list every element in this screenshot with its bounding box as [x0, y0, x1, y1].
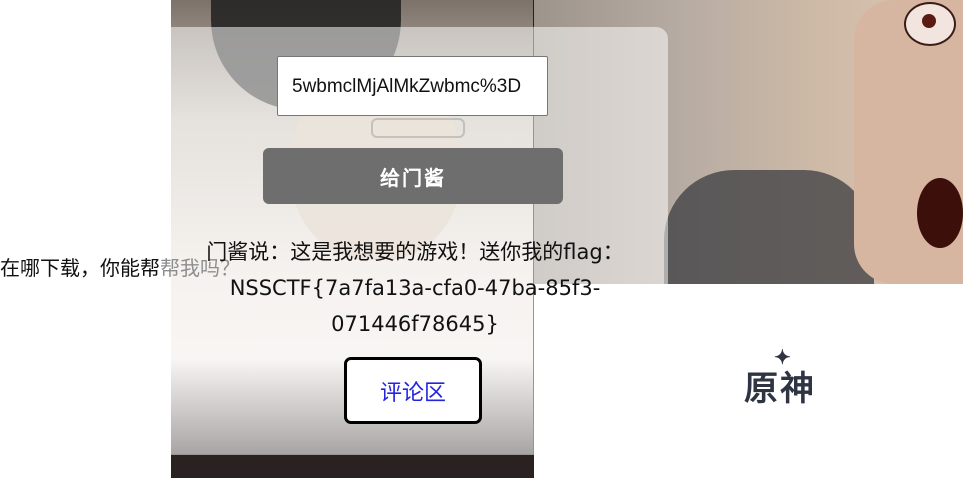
photo-pupil — [922, 14, 936, 28]
flag-message: 门酱说：这是我想要的游戏！送你我的flag：NSSCTF{7a7fa13a-cf… — [206, 240, 624, 336]
photo-mouth — [917, 178, 963, 248]
main-card: 5wbmclMjAlMkZwbmc%3D 给门酱 门酱说：这是我想要的游戏！送你… — [160, 27, 668, 455]
game-logo: ✦ 原神 — [710, 345, 850, 425]
photo-sweater-region — [664, 170, 874, 284]
submit-button[interactable]: 给门酱 — [263, 148, 563, 204]
comment-section-button[interactable]: 评论区 — [344, 357, 482, 424]
photo-bottom-strip — [171, 454, 533, 478]
code-input[interactable]: 5wbmclMjAlMkZwbmc%3D — [277, 56, 548, 116]
logo-star-icon: ✦ — [774, 345, 793, 369]
